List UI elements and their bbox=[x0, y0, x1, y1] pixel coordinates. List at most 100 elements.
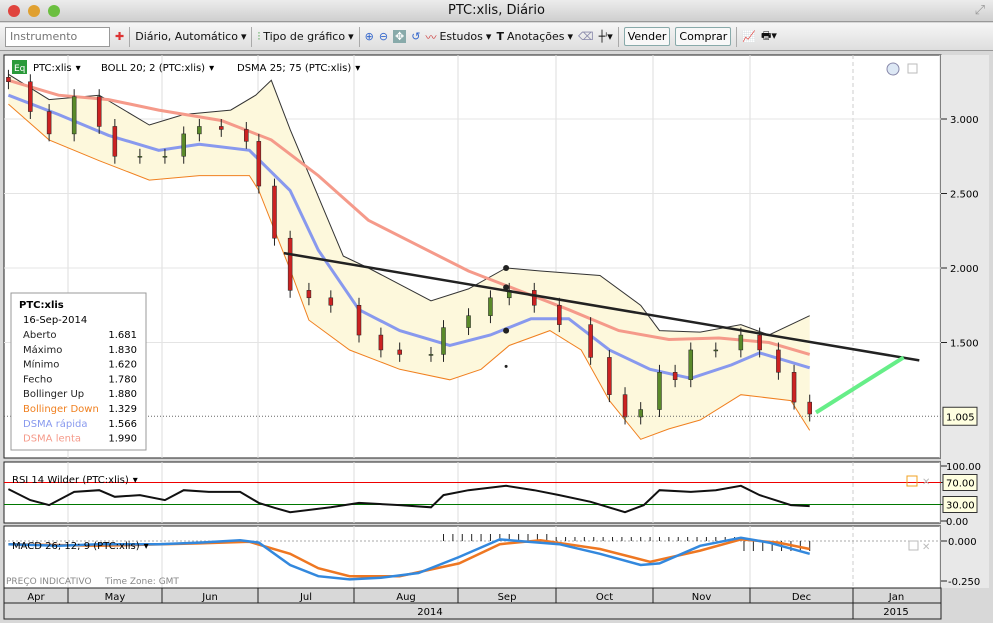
fullscreen-icon[interactable]: ⤢ bbox=[975, 0, 985, 22]
macd-legend[interactable]: MACD 26; 12; 9 (PTC:xlis) ▾ bbox=[12, 541, 149, 552]
legend-symbol-label: PTC:xlis bbox=[33, 63, 72, 74]
info-label: DSMA rápida bbox=[23, 418, 88, 430]
annotations-label: Anotações bbox=[506, 30, 565, 43]
candle bbox=[328, 297, 334, 306]
close-window-button[interactable] bbox=[8, 5, 20, 17]
candle bbox=[356, 305, 362, 336]
rsi-tick-label: 70.00 bbox=[946, 479, 975, 490]
chart-type-label: Tipo de gráfico bbox=[263, 30, 346, 43]
year-label: 2014 bbox=[417, 607, 442, 618]
legend-dsma-label: DSMA 25; 75 (PTC:xlis) bbox=[237, 63, 351, 74]
indicative-price-note: PREÇO INDICATIVO bbox=[6, 577, 92, 587]
add-instrument-icon[interactable]: ✚ bbox=[115, 30, 124, 43]
month-label: Apr bbox=[27, 592, 45, 603]
rsi-tick-label: 0.00 bbox=[946, 517, 968, 528]
zoom-window-button[interactable] bbox=[48, 5, 60, 17]
price-tick-label: 1.500 bbox=[950, 339, 979, 350]
info-date: 16-Sep-2014 bbox=[23, 315, 87, 326]
month-label: Jun bbox=[201, 592, 218, 603]
dropdown-arrow-icon: ▾ bbox=[76, 63, 81, 74]
candle bbox=[657, 372, 662, 410]
candles-icon: ⫶ bbox=[257, 29, 261, 43]
candle bbox=[776, 349, 781, 373]
buy-button[interactable]: Comprar bbox=[675, 27, 732, 46]
price-tick-label: 3.000 bbox=[950, 115, 979, 126]
month-label: Jul bbox=[299, 592, 312, 603]
crosshair-info-dropdown[interactable]: ┼ⁱ▾ bbox=[599, 30, 613, 43]
macd-tick-label: -0.250 bbox=[948, 577, 980, 588]
candle bbox=[197, 126, 202, 135]
candle bbox=[256, 141, 262, 187]
month-label: Sep bbox=[498, 592, 517, 603]
macd-legend-label: MACD 26; 12; 9 (PTC:xlis) bbox=[12, 541, 140, 552]
print-dropdown[interactable]: 🖶▾ bbox=[761, 27, 777, 46]
divider bbox=[617, 26, 619, 47]
legend-dsma[interactable]: DSMA 25; 75 (PTC:xlis) ▾ bbox=[237, 63, 360, 74]
zoom-out-icon[interactable]: ⊖ bbox=[379, 30, 388, 43]
info-title: PTC:xlis bbox=[19, 300, 64, 311]
candle bbox=[557, 305, 562, 325]
candle bbox=[397, 349, 402, 355]
title-bar: PTC:xlis, Diário ⤢ bbox=[0, 0, 993, 22]
candle bbox=[807, 401, 812, 415]
annotation-handle bbox=[503, 284, 510, 291]
info-value: 1.780 bbox=[108, 374, 137, 385]
month-label: Dec bbox=[792, 592, 811, 603]
annotation-handle bbox=[503, 265, 510, 271]
legend-bollinger[interactable]: BOLL 20; 2 (PTC:xlis) ▾ bbox=[101, 63, 214, 74]
info-value: 1.830 bbox=[108, 345, 137, 356]
studies-dropdown[interactable]: 〰 Estudos ▾ bbox=[425, 29, 491, 45]
info-value: 1.566 bbox=[108, 419, 137, 430]
candle bbox=[378, 334, 384, 351]
candle bbox=[137, 156, 143, 158]
close-panel-icon[interactable]: ✕ bbox=[922, 477, 930, 488]
period-dropdown[interactable]: Diário, Automático ▾ bbox=[135, 30, 246, 43]
close-panel-icon[interactable]: ✕ bbox=[922, 542, 930, 553]
reset-icon[interactable]: ↺ bbox=[411, 30, 420, 43]
pan-icon[interactable]: ✥ bbox=[393, 30, 407, 43]
instrument-input[interactable] bbox=[5, 26, 110, 47]
clock-icon[interactable] bbox=[886, 62, 900, 76]
legend-bollinger-label: BOLL 20; 2 (PTC:xlis) bbox=[101, 63, 205, 74]
candle bbox=[466, 315, 471, 328]
divider bbox=[251, 26, 253, 47]
candle bbox=[96, 96, 102, 127]
candle bbox=[672, 372, 678, 380]
chart-area[interactable]: Apr May Jun Jul Aug Sep Oct Nov Dec Jan 2014 2015 3.… bbox=[0, 52, 993, 623]
annotation-icon: T bbox=[496, 30, 504, 43]
info-label: DSMA lenta bbox=[23, 434, 81, 445]
candle bbox=[71, 96, 77, 135]
sell-button[interactable]: Vender bbox=[623, 27, 671, 46]
toolbar: ✚ Diário, Automático▾ ⫶Tipo de gráfico▾ … bbox=[0, 23, 993, 51]
chart-settings-icon[interactable]: 📈 bbox=[742, 30, 756, 43]
info-label: Bollinger Up bbox=[23, 389, 84, 400]
annotation-handle bbox=[503, 327, 510, 334]
info-label: Fecho bbox=[23, 374, 52, 385]
info-value: 1.329 bbox=[108, 404, 137, 415]
window-title: PTC:xlis, Diário bbox=[448, 3, 545, 18]
candle bbox=[6, 77, 11, 82]
divider bbox=[358, 26, 360, 47]
candle bbox=[428, 354, 434, 356]
studies-label: Estudos bbox=[439, 30, 483, 43]
annotations-dropdown[interactable]: T Anotações ▾ bbox=[496, 30, 573, 43]
rsi-legend-label: RSI 14 Wilder (PTC:xlis) bbox=[12, 475, 129, 486]
dropdown-arrow-icon: ▾ bbox=[133, 475, 138, 486]
month-label: Oct bbox=[596, 592, 613, 603]
equity-icon-label: Eq bbox=[14, 64, 25, 74]
info-label: Máximo bbox=[23, 344, 62, 356]
candle bbox=[488, 297, 493, 316]
minimize-window-button[interactable] bbox=[28, 5, 40, 17]
rsi-legend[interactable]: RSI 14 Wilder (PTC:xlis) ▾ bbox=[12, 475, 138, 486]
info-value: 1.681 bbox=[108, 330, 137, 341]
eraser-icon[interactable]: ⌫ bbox=[578, 30, 594, 43]
candle bbox=[791, 372, 797, 403]
divider bbox=[129, 26, 131, 47]
candle bbox=[46, 111, 52, 135]
candle bbox=[162, 156, 168, 158]
period-label: Diário, Automático bbox=[135, 30, 238, 43]
zoom-in-icon[interactable]: ⊕ bbox=[365, 30, 374, 43]
info-value: 1.620 bbox=[108, 360, 137, 371]
chart-type-dropdown[interactable]: ⫶ Tipo de gráfico ▾ bbox=[257, 30, 353, 44]
dropdown-arrow-icon: ▾ bbox=[144, 541, 149, 552]
